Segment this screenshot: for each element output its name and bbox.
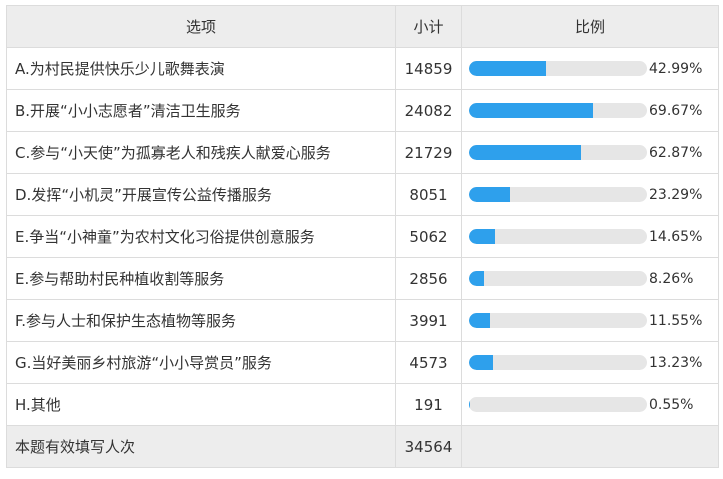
ratio-percent-text: 11.55% — [649, 312, 703, 329]
option-ratio-cell: 23.29% — [461, 173, 719, 216]
option-label: E.参与帮助村民种植收割等服务 — [6, 257, 396, 300]
ratio-bar-track — [469, 61, 647, 76]
ratio-bar-wrap: 62.87% — [469, 145, 718, 161]
option-count: 21729 — [395, 131, 462, 174]
option-count: 3991 — [395, 299, 462, 342]
ratio-bar-track — [469, 187, 647, 202]
option-count: 191 — [395, 383, 462, 426]
option-ratio-cell: 8.26% — [461, 257, 719, 300]
ratio-bar-fill — [469, 229, 496, 244]
header-count: 小计 — [395, 5, 462, 48]
ratio-percent-text: 0.55% — [649, 396, 694, 413]
table-row: D.发挥“小机灵”开展宣传公益传播服务 8051 23.29% — [6, 173, 719, 216]
ratio-bar-fill — [469, 103, 593, 118]
table-row: E.参与帮助村民种植收割等服务 2856 8.26% — [6, 257, 719, 300]
option-count: 14859 — [395, 47, 462, 90]
option-ratio-cell: 13.23% — [461, 341, 719, 384]
table-body: A.为村民提供快乐少儿歌舞表演 14859 42.99% B.开展“小小志愿者”清洁卫… — [6, 47, 719, 426]
option-count: 2856 — [395, 257, 462, 300]
ratio-bar-wrap: 0.55% — [469, 397, 718, 413]
option-ratio-cell: 69.67% — [461, 89, 719, 132]
ratio-bar-fill — [469, 271, 484, 286]
ratio-bar-wrap: 69.67% — [469, 103, 718, 119]
ratio-bar-track — [469, 229, 647, 244]
option-label: E.争当“小神童”为农村文化习俗提供创意服务 — [6, 215, 396, 258]
table-row: E.争当“小神童”为农村文化习俗提供创意服务 5062 14.65% — [6, 215, 719, 258]
ratio-percent-text: 8.26% — [649, 270, 694, 287]
ratio-bar-fill — [469, 397, 470, 412]
ratio-percent-text: 13.23% — [649, 354, 703, 371]
ratio-bar-wrap: 13.23% — [469, 355, 718, 371]
option-count: 24082 — [395, 89, 462, 132]
ratio-bar-fill — [469, 355, 493, 370]
option-ratio-cell: 11.55% — [461, 299, 719, 342]
footer-label: 本题有效填写人次 — [6, 425, 396, 468]
footer-empty-cell — [461, 425, 719, 468]
option-label: G.当好美丽乡村旅游“小小导赏员”服务 — [6, 341, 396, 384]
survey-result-table: 选项 小计 比例 A.为村民提供快乐少儿歌舞表演 14859 42.99% B.开展“… — [6, 5, 719, 468]
table-row: F.参与人士和保护生态植物等服务 3991 11.55% — [6, 299, 719, 342]
option-label: H.其他 — [6, 383, 396, 426]
table-header-row: 选项 小计 比例 — [6, 5, 719, 48]
option-ratio-cell: 62.87% — [461, 131, 719, 174]
ratio-bar-fill — [469, 187, 511, 202]
ratio-bar-wrap: 8.26% — [469, 271, 718, 287]
ratio-percent-text: 42.99% — [649, 60, 703, 77]
ratio-bar-track — [469, 313, 647, 328]
ratio-bar-fill — [469, 313, 490, 328]
table-footer-row: 本题有效填写人次 34564 — [6, 425, 719, 468]
ratio-bar-fill — [469, 61, 546, 76]
table-row: C.参与“小天使”为孤寡老人和残疾人献爱心服务 21729 62.87% — [6, 131, 719, 174]
ratio-percent-text: 62.87% — [649, 144, 703, 161]
option-label: A.为村民提供快乐少儿歌舞表演 — [6, 47, 396, 90]
table-row: G.当好美丽乡村旅游“小小导赏员”服务 4573 13.23% — [6, 341, 719, 384]
option-label: C.参与“小天使”为孤寡老人和残疾人献爱心服务 — [6, 131, 396, 174]
header-option: 选项 — [6, 5, 396, 48]
ratio-bar-wrap: 42.99% — [469, 61, 718, 77]
option-ratio-cell: 14.65% — [461, 215, 719, 258]
ratio-bar-wrap: 11.55% — [469, 313, 718, 329]
option-label: D.发挥“小机灵”开展宣传公益传播服务 — [6, 173, 396, 216]
ratio-bar-wrap: 14.65% — [469, 229, 718, 245]
ratio-percent-text: 14.65% — [649, 228, 703, 245]
footer-count: 34564 — [395, 425, 462, 468]
ratio-percent-text: 23.29% — [649, 186, 703, 203]
option-label: B.开展“小小志愿者”清洁卫生服务 — [6, 89, 396, 132]
option-ratio-cell: 42.99% — [461, 47, 719, 90]
ratio-bar-track — [469, 397, 647, 412]
header-ratio: 比例 — [461, 5, 719, 48]
ratio-bar-track — [469, 355, 647, 370]
table-row: B.开展“小小志愿者”清洁卫生服务 24082 69.67% — [6, 89, 719, 132]
option-label: F.参与人士和保护生态植物等服务 — [6, 299, 396, 342]
table-row: H.其他 191 0.55% — [6, 383, 719, 426]
option-count: 5062 — [395, 215, 462, 258]
ratio-bar-track — [469, 145, 647, 160]
table-row: A.为村民提供快乐少儿歌舞表演 14859 42.99% — [6, 47, 719, 90]
option-count: 4573 — [395, 341, 462, 384]
ratio-bar-track — [469, 103, 647, 118]
option-ratio-cell: 0.55% — [461, 383, 719, 426]
option-count: 8051 — [395, 173, 462, 216]
ratio-bar-track — [469, 271, 647, 286]
ratio-percent-text: 69.67% — [649, 102, 703, 119]
ratio-bar-fill — [469, 145, 581, 160]
ratio-bar-wrap: 23.29% — [469, 187, 718, 203]
